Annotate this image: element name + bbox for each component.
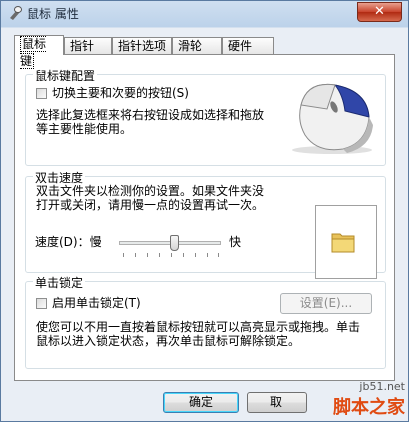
click-lock-description: 鼠标以进入锁定状态，再次单击鼠标可解除锁定。: [36, 334, 301, 348]
tab-hardware[interactable]: 硬件: [222, 37, 274, 54]
group-title: 单击锁定: [33, 274, 86, 291]
mouse-properties-window: 鼠标 属性 ✕ 鼠标键 指针 指针选项 滑轮 硬件 鼠标键配置 切换主要和次要的…: [0, 0, 409, 422]
button-label: 确定: [188, 395, 213, 409]
window-title: 鼠标 属性: [27, 7, 79, 21]
cancel-button[interactable]: 取: [247, 392, 307, 413]
click-lock-checkbox[interactable]: [36, 298, 47, 309]
switch-buttons-checkbox[interactable]: [36, 88, 47, 99]
slider-ticks: [123, 253, 219, 257]
watermark: jb51.net 脚本之家: [333, 380, 405, 419]
folder-icon[interactable]: [330, 228, 356, 254]
speed-label: 速度(D)：慢: [35, 235, 102, 249]
watermark-name: 脚本之家: [333, 397, 405, 418]
click-lock-group: 单击锁定 启用单击锁定(T) 设置(E)... 使您可以不用一直按着鼠标按钮就可…: [25, 274, 386, 369]
double-click-description: 双击文件夹以检测你的设置。如果文件夹没: [36, 184, 265, 198]
tab-wheel[interactable]: 滑轮: [172, 37, 222, 54]
switch-buttons-description: 选择此复选框来将右按钮设成如选择和拖放: [36, 108, 265, 122]
close-icon: ✕: [374, 4, 385, 19]
slider-thumb[interactable]: [170, 235, 179, 251]
double-click-description: 打开或关闭，请用慢一点的设置再试一次。: [36, 198, 265, 212]
button-label: 取: [270, 395, 283, 409]
button-label: 设置(E)...: [299, 296, 353, 310]
tab-pointer-options[interactable]: 指针选项: [112, 37, 172, 54]
close-button[interactable]: ✕: [357, 2, 402, 22]
ok-button[interactable]: 确定: [163, 392, 239, 413]
watermark-url: jb51.net: [359, 380, 405, 393]
tab-label: 指针选项: [118, 39, 167, 53]
tab-label: 硬件: [228, 39, 253, 53]
tab-buttons[interactable]: 鼠标键: [14, 35, 64, 69]
fast-label: 快: [229, 235, 242, 249]
switch-buttons-description: 等主要性能使用。: [36, 122, 133, 136]
click-lock-description: 使您可以不用一直按着鼠标按钮就可以高亮显示或拖拽。单击: [36, 320, 361, 334]
double-click-test-area[interactable]: [315, 205, 377, 279]
tab-panel: 鼠标键配置 切换主要和次要的按钮(S) 选择此复选框来将右按钮设成如选择和拖放 …: [14, 54, 395, 381]
title-bar[interactable]: 鼠标 属性 ✕: [1, 1, 408, 25]
mouse-properties-icon: [10, 6, 22, 20]
tab-label: 指针: [70, 39, 95, 53]
click-lock-settings-button[interactable]: 设置(E)...: [280, 293, 372, 314]
mouse-illustration: [292, 83, 373, 154]
click-lock-label[interactable]: 启用单击锁定(T): [52, 296, 141, 310]
group-title: 鼠标键配置: [33, 67, 98, 84]
switch-buttons-label[interactable]: 切换主要和次要的按钮(S): [52, 86, 189, 100]
tab-label: 滑轮: [178, 39, 203, 53]
tab-pointers[interactable]: 指针: [64, 37, 112, 54]
